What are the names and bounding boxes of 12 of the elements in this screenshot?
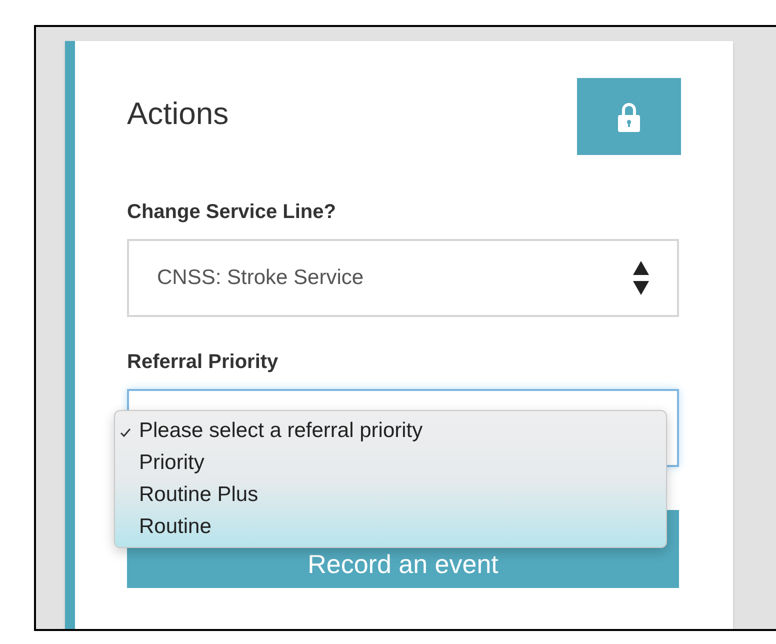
lock-button[interactable] [577,78,681,155]
dropdown-option[interactable]: Priority [115,447,666,479]
select-value: CNSS: Stroke Service [157,265,364,292]
select-field[interactable]: CNSS: Stroke Service [127,239,679,317]
dropdown-option[interactable]: Please select a referral priority [115,415,666,447]
check-icon [120,428,131,437]
field-label: Change Service Line? [127,200,337,225]
up-down-arrows-icon [633,261,649,295]
lock-icon [618,102,640,132]
panel-title: Actions [127,95,229,134]
dropdown-option[interactable]: Routine Plus [115,479,666,511]
field-label: Referral Priority [127,350,280,375]
